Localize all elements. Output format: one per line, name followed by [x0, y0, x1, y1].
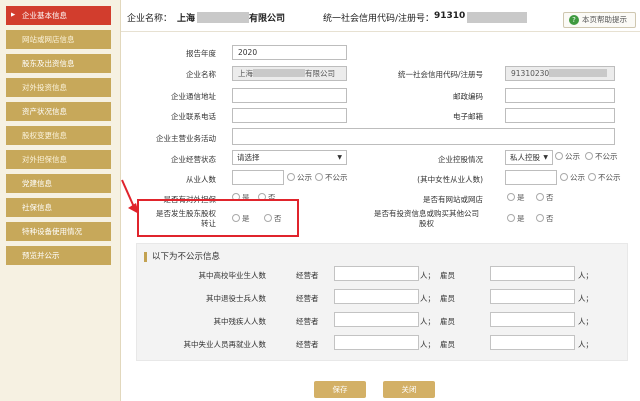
employees-public-radio[interactable]: 公示 — [287, 173, 312, 183]
female-private-radio[interactable]: 不公示 — [588, 173, 621, 183]
company-name-suffix: 有限公司 — [249, 14, 286, 24]
sidebar-item-preview[interactable]: 预览并公示 — [6, 246, 111, 265]
investment-yes-radio[interactable]: 是 — [507, 214, 525, 224]
redaction-mask — [197, 12, 249, 23]
question-icon: ? — [569, 15, 579, 25]
company-name-prefix: 上海 — [177, 14, 196, 24]
sidebar-item-website[interactable]: 网站或网店信息 — [6, 30, 111, 49]
sidebar-item-party[interactable]: 党建信息 — [6, 174, 111, 193]
operator-label: 经营者 — [296, 294, 319, 303]
credit-code-field: 91310230 — [505, 66, 615, 81]
address-input[interactable] — [232, 88, 347, 103]
highlight-box — [137, 199, 299, 237]
caret-down-icon: ▼ — [543, 154, 548, 161]
caret-down-icon: ▼ — [337, 154, 342, 161]
address-label: 企业通信地址 — [171, 92, 216, 101]
postcode-label: 邮政编码 — [453, 92, 483, 101]
employees-label: 从业人数 — [186, 175, 216, 184]
sidebar-item-social-security[interactable]: 社保信息 — [6, 198, 111, 217]
email-input[interactable] — [505, 108, 615, 123]
save-button[interactable]: 保存 — [314, 381, 366, 398]
unit-label: 人； — [578, 271, 593, 280]
employee-label: 雇员 — [440, 271, 455, 280]
report-year-label: 报告年度 — [186, 49, 216, 58]
holding-public-radio[interactable]: 公示 — [555, 152, 580, 162]
sidebar-item-equity-change[interactable]: 股权变更信息 — [6, 126, 111, 145]
sidebar: 企业基本信息 网站或网店信息 股东及出资信息 对外投资信息 资产状况信息 股权变… — [0, 0, 121, 401]
employee-label: 雇员 — [440, 317, 455, 326]
credit-code-field-label: 统一社会信用代码/注册号 — [397, 70, 483, 79]
operator-label: 经营者 — [296, 271, 319, 280]
female-employees-input[interactable] — [505, 170, 557, 185]
female-public-radio[interactable]: 公示 — [560, 173, 585, 183]
unit-label: 人； — [578, 317, 593, 326]
website-yes-radio[interactable]: 是 — [507, 193, 525, 203]
operator-label: 经营者 — [296, 340, 319, 349]
postcode-input[interactable] — [505, 88, 615, 103]
female-employees-label: (其中女性从业人数) — [417, 175, 483, 184]
unit-label: 人； — [420, 294, 435, 303]
credit-code-label: 统一社会信用代码/注册号： — [323, 14, 435, 24]
sidebar-item-basic-info[interactable]: 企业基本信息 — [6, 6, 111, 25]
status-select-value: 请选择 — [237, 153, 260, 162]
employees-private-radio[interactable]: 不公示 — [315, 173, 348, 183]
unit-label: 人； — [420, 271, 435, 280]
email-label: 电子邮箱 — [453, 112, 483, 121]
company-name-label: 企业名称： — [127, 14, 173, 24]
phone-label: 企业联系电话 — [171, 112, 216, 121]
sidebar-item-special-equipment[interactable]: 特种设备使用情况 — [6, 222, 111, 241]
investment-no-radio[interactable]: 否 — [536, 214, 554, 224]
veterans-operator-input[interactable] — [334, 289, 419, 304]
disabled-employee-input[interactable] — [490, 312, 575, 327]
redaction-mask — [467, 12, 527, 23]
sidebar-item-guarantee[interactable]: 对外担保信息 — [6, 150, 111, 169]
private-section-title: 以下为不公示信息 — [144, 252, 220, 262]
main-business-input[interactable] — [232, 128, 615, 145]
unit-label: 人； — [420, 340, 435, 349]
holding-private-radio[interactable]: 不公示 — [585, 152, 618, 162]
sidebar-item-shareholders[interactable]: 股东及出资信息 — [6, 54, 111, 73]
disabled-operator-input[interactable] — [334, 312, 419, 327]
disabled-label: 其中残疾人人数 — [213, 317, 267, 326]
graduates-employee-input[interactable] — [490, 266, 575, 281]
company-name-field: 上海 有限公司 — [232, 66, 347, 81]
reemployed-operator-input[interactable] — [334, 335, 419, 350]
phone-input[interactable] — [232, 108, 347, 123]
holding-select-value: 私人控股 — [510, 153, 540, 162]
status-select[interactable]: 请选择 ▼ — [232, 150, 347, 165]
sidebar-item-investment[interactable]: 对外投资信息 — [6, 78, 111, 97]
website-no-radio[interactable]: 否 — [536, 193, 554, 203]
operator-label: 经营者 — [296, 317, 319, 326]
report-year-input[interactable]: 2020 — [232, 45, 347, 60]
main-business-label: 企业主营业务活动 — [156, 134, 216, 143]
status-label: 企业经营状态 — [171, 155, 216, 164]
page-header: 企业名称： 上海 有限公司 统一社会信用代码/注册号： 91310 ? 本页帮助提… — [121, 0, 640, 32]
help-button[interactable]: ? 本页帮助提示 — [563, 12, 636, 28]
veterans-label: 其中退役士兵人数 — [206, 294, 266, 303]
employee-label: 雇员 — [440, 340, 455, 349]
close-button[interactable]: 关闭 — [383, 381, 435, 398]
employee-label: 雇员 — [440, 294, 455, 303]
graduates-operator-input[interactable] — [334, 266, 419, 281]
unit-label: 人； — [420, 317, 435, 326]
credit-code-value: 91310 — [434, 11, 466, 21]
help-label: 本页帮助提示 — [582, 15, 627, 24]
graduates-label: 其中高校毕业生人数 — [198, 271, 267, 280]
unit-label: 人； — [578, 340, 593, 349]
reemployed-employee-input[interactable] — [490, 335, 575, 350]
veterans-employee-input[interactable] — [490, 289, 575, 304]
sidebar-item-assets[interactable]: 资产状况信息 — [6, 102, 111, 121]
employees-input[interactable] — [232, 170, 284, 185]
unit-label: 人； — [578, 294, 593, 303]
holding-label: 企业控股情况 — [438, 155, 483, 164]
holding-select[interactable]: 私人控股 ▼ — [505, 150, 553, 165]
website-label: 是否有网站或网店 — [423, 195, 483, 204]
reemployed-label: 其中失业人员再就业人数 — [183, 340, 267, 349]
investment-label: 是否有投资信息或购买其他公司 股权 — [374, 209, 479, 228]
company-name-field-label: 企业名称 — [186, 70, 216, 79]
